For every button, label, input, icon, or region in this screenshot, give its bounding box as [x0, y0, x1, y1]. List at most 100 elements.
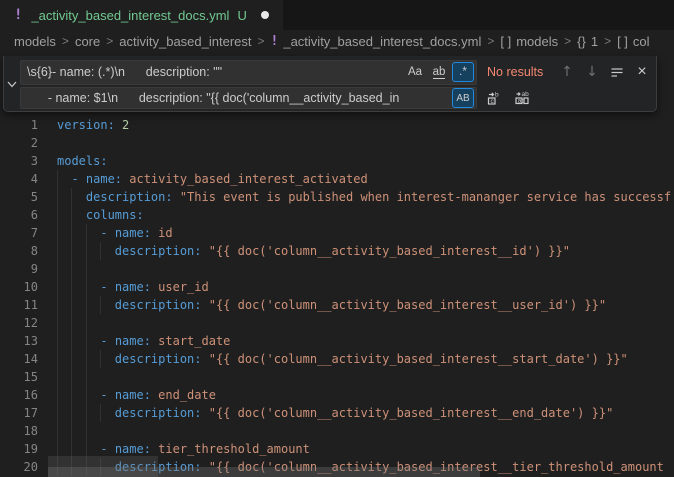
whole-word-button[interactable]: ab — [428, 62, 450, 82]
replace-input[interactable]: - name: $1\n description: "{{ doc('colum… — [20, 87, 477, 109]
breadcrumb-item-activity-based-interest[interactable]: activity_based_interest — [119, 34, 251, 49]
code-line[interactable]: 4 - name: activity_based_interest_activa… — [0, 170, 674, 188]
breadcrumb-item-models[interactable]: [ ]models — [500, 34, 558, 49]
code-line[interactable]: 1version: 2 — [0, 116, 674, 134]
line-number: 4 — [0, 170, 38, 188]
indent-guide — [86, 278, 87, 296]
replace-button[interactable]: b c — [483, 87, 505, 109]
indent-guide — [57, 422, 58, 440]
line-number: 7 — [0, 224, 38, 242]
selection-icon — [609, 64, 625, 80]
editor[interactable]: \s{6}- name: (.*)\n description: "" Aa a… — [0, 52, 674, 477]
next-match-button[interactable]: ↓ — [581, 61, 603, 83]
line-number: 17 — [0, 404, 38, 422]
line-number: 16 — [0, 386, 38, 404]
line-number: 2 — [0, 134, 38, 152]
breadcrumb-label: models — [516, 34, 558, 49]
breadcrumb-separator: > — [62, 34, 69, 48]
close-icon: × — [637, 63, 646, 81]
code-line[interactable]: 6 columns: — [0, 206, 674, 224]
code-line[interactable]: 5 description: "This event is published … — [0, 188, 674, 206]
find-in-selection-button[interactable] — [606, 61, 628, 83]
code-line[interactable]: 16 - name: end_date — [0, 386, 674, 404]
breadcrumb-item-core[interactable]: core — [75, 34, 100, 49]
indent-guide — [57, 206, 58, 224]
arrow-down-icon: ↓ — [586, 64, 598, 80]
indent-guide — [86, 224, 87, 242]
breadcrumb-item--activity-based-interest-docs-yml[interactable]: !_activity_based_interest_docs.yml — [271, 34, 482, 49]
indent-guide — [71, 350, 72, 368]
line-number: 19 — [0, 440, 38, 458]
find-results-label: No results — [487, 65, 553, 79]
find-widget: \s{6}- name: (.*)\n description: "" Aa a… — [3, 56, 657, 112]
indent-guide — [100, 350, 101, 368]
chevron-down-icon — [4, 76, 20, 92]
line-number: 9 — [0, 260, 38, 278]
breadcrumb-label: col — [633, 34, 650, 49]
breadcrumb-item-1[interactable]: {}1 — [577, 34, 598, 49]
code-line[interactable]: 3models: — [0, 152, 674, 170]
preserve-case-button[interactable]: AB — [452, 88, 474, 108]
indent-guide — [86, 296, 87, 314]
code-line[interactable]: 17 description: "{{ doc('column__activit… — [0, 404, 674, 422]
horizontal-scrollbar[interactable] — [48, 467, 480, 477]
yaml-file-icon: ! — [271, 34, 279, 49]
code-line[interactable]: 7 - name: id — [0, 224, 674, 242]
indent-guide — [71, 404, 72, 422]
line-number: 15 — [0, 368, 38, 386]
breadcrumb-item-col[interactable]: [ ]col — [617, 34, 649, 49]
indent-guide — [57, 278, 58, 296]
breadcrumb-item-models[interactable]: models — [14, 34, 56, 49]
indent-guide — [86, 386, 87, 404]
indent-guide — [71, 260, 72, 278]
indent-guide — [71, 224, 72, 242]
indent-guide — [86, 314, 87, 332]
line-number: 14 — [0, 350, 38, 368]
indent-guide — [71, 278, 72, 296]
indent-guide — [57, 332, 58, 350]
indent-guide — [100, 242, 101, 260]
indent-guide — [71, 188, 72, 206]
code-area[interactable]: 1version: 223models:4 - name: activity_b… — [0, 116, 674, 476]
indent-guide — [71, 242, 72, 260]
tab-activity-based-interest-docs[interactable]: ! _activity_based_interest_docs.yml U — [0, 0, 283, 30]
breadcrumb-label: 1 — [591, 34, 598, 49]
line-number: 3 — [0, 152, 38, 170]
toggle-replace-button[interactable] — [4, 56, 20, 111]
indent-guide — [86, 368, 87, 386]
breadcrumb-separator: > — [604, 34, 611, 48]
line-number: 11 — [0, 296, 38, 314]
line-number: 8 — [0, 242, 38, 260]
close-find-button[interactable]: × — [631, 61, 653, 83]
indent-guide — [57, 296, 58, 314]
indent-guide — [57, 260, 58, 278]
replace-icon: b c — [486, 90, 502, 106]
code-line[interactable]: 12 — [0, 314, 674, 332]
indent-guide — [86, 332, 87, 350]
indent-guide — [86, 404, 87, 422]
find-input[interactable]: \s{6}- name: (.*)\n description: "" Aa a… — [20, 60, 477, 85]
modified-dot-icon[interactable] — [261, 11, 269, 19]
yaml-file-icon: ! — [14, 7, 22, 23]
code-line[interactable]: 11 description: "{{ doc('column__activit… — [0, 296, 674, 314]
code-line[interactable]: 13 - name: start_date — [0, 332, 674, 350]
replace-all-icon: ab ac — [514, 90, 530, 106]
regex-button[interactable]: .* — [452, 62, 474, 82]
code-line[interactable]: 2 — [0, 134, 674, 152]
indent-guide — [71, 206, 72, 224]
indent-guide — [86, 422, 87, 440]
line-number: 13 — [0, 332, 38, 350]
replace-all-button[interactable]: ab ac — [511, 87, 533, 109]
code-line[interactable]: 18 — [0, 422, 674, 440]
code-line[interactable]: 8 description: "{{ doc('column__activity… — [0, 242, 674, 260]
match-case-button[interactable]: Aa — [404, 62, 426, 82]
indent-guide — [86, 260, 87, 278]
line-number: 20 — [0, 458, 38, 476]
code-line[interactable]: 14 description: "{{ doc('column__activit… — [0, 350, 674, 368]
code-line[interactable]: 15 — [0, 368, 674, 386]
previous-match-button[interactable]: ↑ — [556, 61, 578, 83]
code-line[interactable]: 9 — [0, 260, 674, 278]
svg-text:ac: ac — [518, 97, 526, 104]
indent-guide — [86, 350, 87, 368]
code-line[interactable]: 10 - name: user_id — [0, 278, 674, 296]
